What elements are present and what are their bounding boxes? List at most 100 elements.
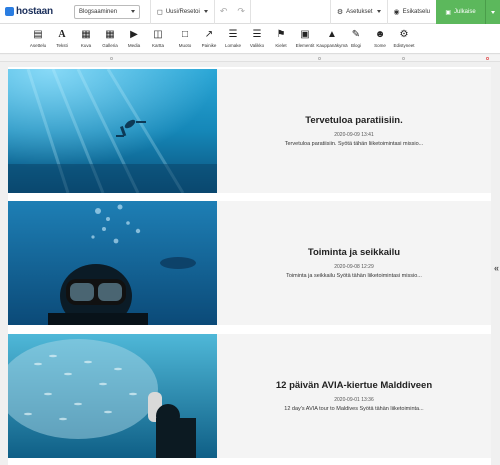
elements-icon: ▣: [300, 29, 310, 40]
chevron-down-icon: [203, 10, 208, 13]
post-info: 12 päivän AVIA-kiertue Malddiveen 2020-0…: [217, 334, 491, 458]
tool-label: Kartta: [151, 43, 164, 48]
tool-languages[interactable]: ⚑ Kielet: [269, 24, 293, 54]
tool-label: Edistyneet: [393, 43, 415, 48]
tool-label: Blogi: [350, 43, 361, 48]
tool-label: Teksti: [56, 43, 68, 48]
tool-blog[interactable]: ✎ Blogi: [344, 24, 368, 54]
undo-icon: ↶: [219, 6, 228, 16]
post-image[interactable]: [8, 201, 217, 325]
tool-advanced[interactable]: ⚙ Edistyneet: [392, 24, 416, 54]
settings-label: Asetukset: [346, 8, 373, 15]
ruler-marker[interactable]: [402, 57, 405, 60]
publish-dropdown[interactable]: [486, 10, 500, 14]
blog-post-card[interactable]: 12 päivän AVIA-kiertue Malddiveen 2020-0…: [8, 334, 491, 458]
tool-label: Painike: [201, 43, 217, 48]
top-bar: hostaan Blogsaaminen ◻ Uusi/Resetoi ↶ ↷ …: [0, 0, 500, 24]
new-page-icon: ◻: [157, 8, 163, 16]
tool-layout[interactable]: ▤ Asettelu: [26, 24, 50, 54]
post-info: Tervetuloa paratiisiin. 2020-09-09 13:41…: [217, 69, 491, 193]
redo-icon: ↷: [237, 6, 245, 16]
preview-label: Esikatselu: [402, 8, 430, 15]
tool-label: Lomake: [224, 43, 241, 48]
tool-label: Kielet: [275, 43, 287, 48]
tool-label: Some: [374, 43, 386, 48]
advanced-icon: ⚙: [399, 29, 409, 40]
publish-button[interactable]: ▣ Julkaise: [436, 0, 500, 24]
new-reset-label: Uusi/Resetoi: [165, 8, 200, 15]
logo-mark-icon: [5, 7, 14, 16]
tool-label: Kauppanäkymä: [316, 43, 348, 48]
logo[interactable]: hostaan: [5, 6, 65, 17]
gear-icon: ⚙: [336, 8, 344, 16]
redo-button[interactable]: ↷: [232, 0, 250, 24]
cart-icon: ▲: [327, 29, 337, 40]
tool-label: Valikko: [249, 43, 265, 48]
ruler-marker[interactable]: [486, 57, 489, 60]
post-image[interactable]: [8, 69, 217, 193]
blog-post-card[interactable]: Tervetuloa paratiisiin. 2020-09-09 13:41…: [8, 69, 491, 193]
preview-button[interactable]: ◉ Esikatselu: [388, 0, 436, 24]
form-icon: ☰: [228, 29, 238, 40]
languages-icon: ⚑: [276, 29, 286, 40]
post-title[interactable]: 12 päivän AVIA-kiertue Malddiveen: [276, 380, 432, 391]
button-icon: ↗: [204, 29, 214, 40]
page-select[interactable]: Blogsaaminen: [74, 4, 140, 19]
post-image[interactable]: [8, 334, 217, 458]
chevron-down-icon: [376, 10, 381, 13]
post-info: Toiminta ja seikkailu 2020-09-08 12:29 T…: [217, 201, 491, 325]
tool-shape[interactable]: □ Muoto: [173, 24, 197, 54]
tool-label: Media: [127, 43, 141, 48]
ruler: [0, 55, 500, 62]
tool-label: Muoto: [178, 43, 192, 48]
new-reset-button[interactable]: ◻ Uusi/Resetoi: [151, 0, 214, 24]
collapse-panel-button[interactable]: «: [494, 263, 499, 273]
publish-main[interactable]: ▣ Julkaise: [436, 0, 486, 24]
tool-form[interactable]: ☰ Lomake: [221, 24, 245, 54]
tool-image[interactable]: ▦ Kuva: [74, 24, 98, 54]
undo-button[interactable]: ↶: [215, 0, 233, 24]
chevron-down-icon: [491, 10, 495, 14]
fish-school-image: [8, 334, 217, 458]
menu-icon: ☰: [252, 29, 262, 40]
blog-icon: ✎: [351, 29, 361, 40]
tool-social[interactable]: ☻ Some: [368, 24, 392, 54]
tool-map[interactable]: ◫ Kartta: [146, 24, 170, 54]
tool-menu[interactable]: ☰ Valikko: [245, 24, 269, 54]
layout-icon: ▤: [33, 29, 43, 40]
blog-post-card[interactable]: Toiminta ja seikkailu 2020-09-08 12:29 T…: [8, 201, 491, 325]
settings-button[interactable]: ⚙ Asetukset: [331, 0, 387, 24]
tool-label: Asettelu: [29, 43, 47, 48]
save-icon: ▣: [445, 9, 451, 16]
post-excerpt: Toiminta ja seikkailu Syötä tähän liiket…: [286, 273, 422, 279]
element-toolbar: ▤ Asettelu A Teksti ▦ Kuva ▦ Galleria ▶ Media…: [0, 24, 500, 54]
post-date: 2020-09-08 12:29: [334, 264, 374, 270]
tool-cart[interactable]: ▲ Kauppanäkymä: [316, 24, 347, 54]
underwater-diver-image: [8, 69, 217, 193]
shape-icon: □: [181, 29, 189, 40]
tool-label: Kuva: [80, 43, 92, 48]
tool-elements[interactable]: ▣ Elementit: [293, 24, 317, 54]
post-date: 2020-09-09 13:41: [334, 132, 374, 138]
page-select-value: Blogsaaminen: [79, 8, 118, 15]
post-excerpt: 12 day's AVIA tour to Maldives Syötä täh…: [284, 406, 424, 412]
text-icon: A: [58, 29, 66, 40]
gallery-icon: ▦: [105, 29, 115, 40]
post-excerpt: Tervetuloa paratiisiin. Syötä tähän liik…: [284, 141, 424, 147]
tool-media[interactable]: ▶ Media: [122, 24, 146, 54]
double-chevron-left-icon: «: [493, 263, 499, 273]
post-date: 2020-09-01 13:36: [334, 397, 374, 403]
post-title[interactable]: Toiminta ja seikkailu: [308, 247, 400, 258]
social-icon: ☻: [374, 29, 386, 40]
post-title[interactable]: Tervetuloa paratiisiin.: [305, 115, 403, 126]
tool-button[interactable]: ↗ Painike: [197, 24, 221, 54]
page-canvas[interactable]: Tervetuloa paratiisiin. 2020-09-09 13:41…: [8, 67, 491, 465]
ruler-marker[interactable]: [318, 57, 321, 60]
image-icon: ▦: [81, 29, 91, 40]
eye-icon: ◉: [393, 8, 400, 16]
tool-text[interactable]: A Teksti: [50, 24, 74, 54]
diver-mask-image: [8, 201, 217, 325]
tool-gallery[interactable]: ▦ Galleria: [98, 24, 122, 54]
tool-label: Galleria: [102, 43, 118, 48]
ruler-marker[interactable]: [110, 57, 113, 60]
